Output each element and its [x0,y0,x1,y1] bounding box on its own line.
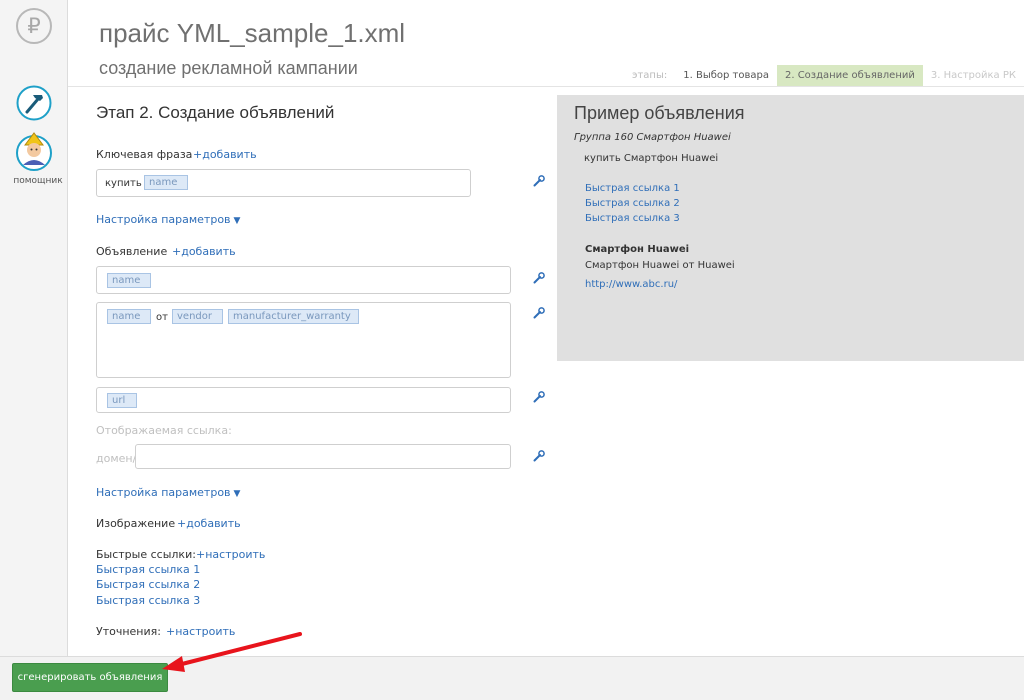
step-campaign-setup: 3. Настройка РК [930,70,1016,81]
ad-preview-panel: Пример объявления Группа 160 Смартфон Hu… [557,95,1024,361]
ad-text-word: от [156,312,168,323]
generate-ads-button[interactable]: сгенерировать объявления [12,663,168,692]
quick-links-setup-link[interactable]: +настроить [196,548,265,561]
steps-label: этапы: [631,70,668,81]
chevron-down-icon: ▼ [233,216,241,226]
annotation-arrow [162,632,302,672]
ad-text-name-tag[interactable]: name [107,309,151,324]
preview-group: Группа 160 Смартфон Huawei [574,132,731,143]
stage-title: Этап 2. Создание объявлений [96,103,335,122]
quick-links-label: Быстрые ссылки: [96,548,196,561]
quick-link-3[interactable]: Быстрая ссылка 3 [96,594,200,607]
display-link-input[interactable] [135,444,511,469]
ad-text-vendor-tag[interactable]: vendor [172,309,223,324]
hammer-icon[interactable] [16,85,52,121]
wrench-icon[interactable] [533,307,545,319]
keyword-name-tag[interactable]: name [144,175,188,190]
header-divider [68,86,1024,87]
domain-prefix: домен/ [96,452,137,465]
wrench-icon[interactable] [533,272,545,284]
page-title: прайс YML_sample_1.xml [99,18,406,48]
wrench-icon[interactable] [533,450,545,462]
ruble-icon[interactable]: ₽ [16,8,52,44]
preview-title: Пример объявления [574,103,745,123]
display-link-label: Отображаемая ссылка: [96,424,232,437]
step-select-product[interactable]: 1. Выбор товара [675,65,777,86]
ad-title-name-tag[interactable]: name [107,273,151,288]
helper-label: помощник [13,176,63,186]
keyword-prefix: купить [105,178,142,189]
add-ad-link[interactable]: +добавить [172,245,236,258]
params-settings-link-1[interactable]: Настройка параметров ▼ [96,213,240,226]
preview-keyword: купить Смартфон Huawei [584,153,719,164]
ad-title-field[interactable]: name [96,266,511,294]
params-settings-label-2: Настройка параметров [96,486,231,499]
sidebar: ₽ помощник [0,0,68,656]
keyword-label: Ключевая фраза [96,148,193,161]
ad-label: Объявление [96,245,168,258]
assistant-avatar-icon[interactable] [16,131,52,171]
steps-bar: этапы: 1. Выбор товара 2. Создание объяв… [624,65,1024,86]
quick-link-2[interactable]: Быстрая ссылка 2 [96,578,200,591]
params-settings-label-1: Настройка параметров [96,213,231,226]
keyword-field[interactable]: купить name [96,169,471,197]
wrench-icon[interactable] [533,391,545,403]
chevron-down-icon: ▼ [233,489,241,499]
wrench-icon[interactable] [533,175,545,187]
preview-quick-link-1[interactable]: Быстрая ссылка 1 [585,183,680,194]
quick-link-1[interactable]: Быстрая ссылка 1 [96,563,200,576]
preview-ad-text: Смартфон Huawei от Huawei [585,260,735,271]
params-settings-link-2[interactable]: Настройка параметров ▼ [96,486,240,499]
add-image-link[interactable]: +добавить [177,517,241,530]
add-keyword-link[interactable]: +добавить [193,148,257,161]
ad-text-warranty-tag[interactable]: manufacturer_warranty [228,309,359,324]
preview-quick-link-3[interactable]: Быстрая ссылка 3 [585,213,680,224]
image-label: Изображение [96,517,176,530]
ad-url-tag[interactable]: url [107,393,137,408]
step-create-ads[interactable]: 2. Создание объявлений [776,65,923,86]
page-subtitle: создание рекламной кампании [99,58,358,78]
preview-quick-link-2[interactable]: Быстрая ссылка 2 [585,198,680,209]
preview-ad-url[interactable]: http://www.abc.ru/ [585,279,677,290]
ad-text-field[interactable]: name от vendor manufacturer_warranty [96,302,511,378]
preview-ad-title: Смартфон Huawei [585,244,690,255]
ad-url-field[interactable]: url [96,387,511,413]
